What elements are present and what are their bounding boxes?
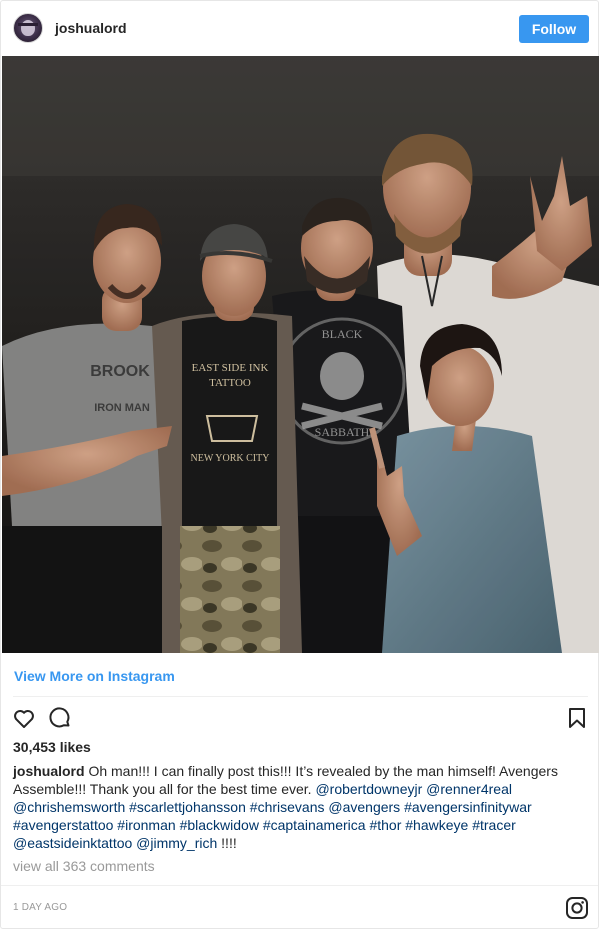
view-more-on-instagram-link[interactable]: View More on Instagram [14, 668, 175, 684]
caption-username[interactable]: joshualord [13, 763, 85, 779]
caption-tag[interactable]: #avengersinfinitywar [404, 799, 532, 815]
caption-tag[interactable]: #ironman [117, 817, 175, 833]
follow-button[interactable]: Follow [519, 15, 589, 43]
save-button[interactable] [564, 705, 590, 731]
caption-tag[interactable]: @chrishemsworth [13, 799, 125, 815]
caption-tag[interactable]: #scarlettjohansson [129, 799, 246, 815]
instagram-embed-card: joshualord Follow BLACK SABBATH EAST SID… [0, 0, 599, 929]
like-button[interactable] [11, 705, 37, 731]
caption-tag[interactable]: @renner4real [426, 781, 512, 797]
caption-tag[interactable]: @robertdowneyjr [315, 781, 422, 797]
avatar[interactable] [13, 13, 43, 43]
caption-tag[interactable]: #thor [369, 817, 401, 833]
footer-divider [1, 885, 598, 886]
caption-tag[interactable]: #hawkeye [405, 817, 468, 833]
post-timestamp: 1 DAY AGO [13, 902, 68, 913]
caption-tag[interactable]: #tracer [472, 817, 516, 833]
header-username[interactable]: joshualord [55, 20, 127, 36]
instagram-logo-icon[interactable] [565, 896, 589, 920]
likes-count: 30,453 likes [13, 739, 91, 755]
caption-tag[interactable]: #chrisevans [250, 799, 325, 815]
view-all-comments-link[interactable]: view all 363 comments [13, 858, 155, 874]
comment-icon [49, 707, 70, 728]
caption-tag[interactable]: @eastsideinktattoo [13, 835, 132, 851]
comment-button[interactable] [47, 705, 73, 731]
caption-tag[interactable]: @avengers [328, 799, 400, 815]
bookmark-icon [569, 708, 585, 728]
caption-tag[interactable]: @jimmy_rich [136, 835, 217, 851]
caption-tag[interactable]: #blackwidow [180, 817, 259, 833]
heart-icon [14, 710, 34, 728]
caption-tag[interactable]: #captainamerica [263, 817, 366, 833]
caption-text-end: !!!! [217, 835, 237, 851]
post-caption: joshualord Oh man!!! I can finally post … [13, 762, 588, 852]
group-photo: BLACK SABBATH EAST SIDE INK TATTOO NEW Y… [2, 56, 599, 653]
divider [13, 696, 588, 697]
post-photo[interactable]: BLACK SABBATH EAST SIDE INK TATTOO NEW Y… [2, 56, 599, 653]
post-header: joshualord Follow [1, 1, 598, 56]
caption-tag[interactable]: #avengerstattoo [13, 817, 113, 833]
